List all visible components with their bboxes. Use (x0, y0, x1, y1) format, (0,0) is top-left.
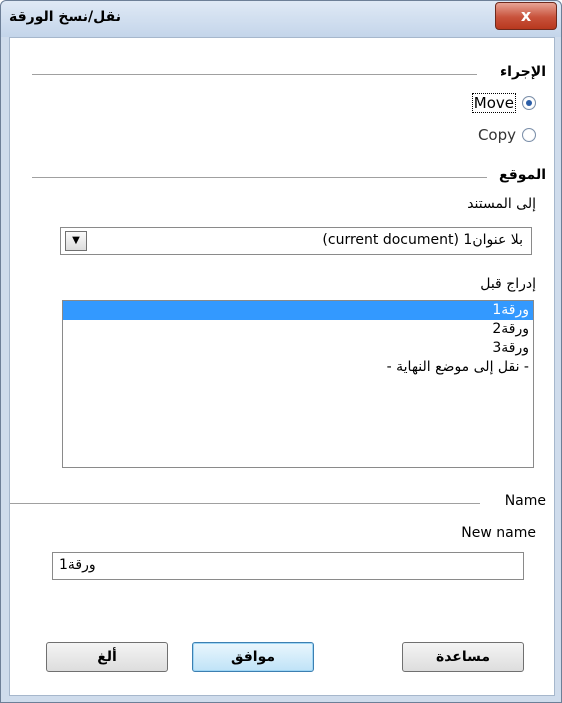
ok-button[interactable]: موافق (192, 642, 314, 672)
insert-before-list[interactable]: ورقة1 ورقة2 ورقة3 - نقل إلى موضع النهاية… (62, 300, 534, 468)
action-section-label: الإجراء (494, 64, 546, 80)
location-section-label: الموقع (493, 167, 546, 183)
close-button[interactable]: x (495, 2, 557, 30)
name-separator (10, 503, 480, 504)
action-separator (32, 74, 477, 75)
dialog-window: نقل/نسخ الورقة x الإجراء Move Copy الموق… (0, 0, 562, 703)
dialog-body: الإجراء Move Copy الموقع إلى المستند ▼ ب… (9, 37, 555, 696)
list-item[interactable]: ورقة2 (63, 320, 533, 339)
chevron-down-icon[interactable]: ▼ (65, 231, 87, 251)
move-radio-label: Move (471, 93, 516, 113)
document-select-value: بلا عنوان1 (current document) (322, 232, 523, 248)
new-name-label: New name (461, 525, 536, 541)
location-separator (32, 177, 487, 178)
copy-radio-label: Copy (477, 126, 516, 144)
to-document-label: إلى المستند (467, 196, 536, 212)
dialog-title: نقل/نسخ الورقة (9, 9, 121, 25)
name-section-label: Name (498, 493, 546, 509)
list-item[interactable]: - نقل إلى موضع النهاية - (63, 358, 533, 377)
title-bar[interactable]: نقل/نسخ الورقة x (1, 1, 561, 37)
move-radio-option[interactable]: Move (471, 93, 536, 113)
help-button[interactable]: مساعدة (402, 642, 524, 672)
insert-before-label: إدراج قبل (480, 276, 536, 292)
copy-radio-option[interactable]: Copy (478, 126, 536, 144)
list-item[interactable]: ورقة1 (63, 301, 533, 320)
close-icon: x (520, 6, 532, 25)
new-name-field[interactable]: ورقة1 (52, 552, 524, 580)
cancel-button[interactable]: ألغ (46, 642, 168, 672)
document-select[interactable]: ▼ بلا عنوان1 (current document) (60, 227, 532, 255)
new-name-value: ورقة1 (59, 557, 96, 573)
copy-radio[interactable] (522, 128, 536, 142)
move-radio[interactable] (522, 96, 536, 110)
list-item[interactable]: ورقة3 (63, 339, 533, 358)
